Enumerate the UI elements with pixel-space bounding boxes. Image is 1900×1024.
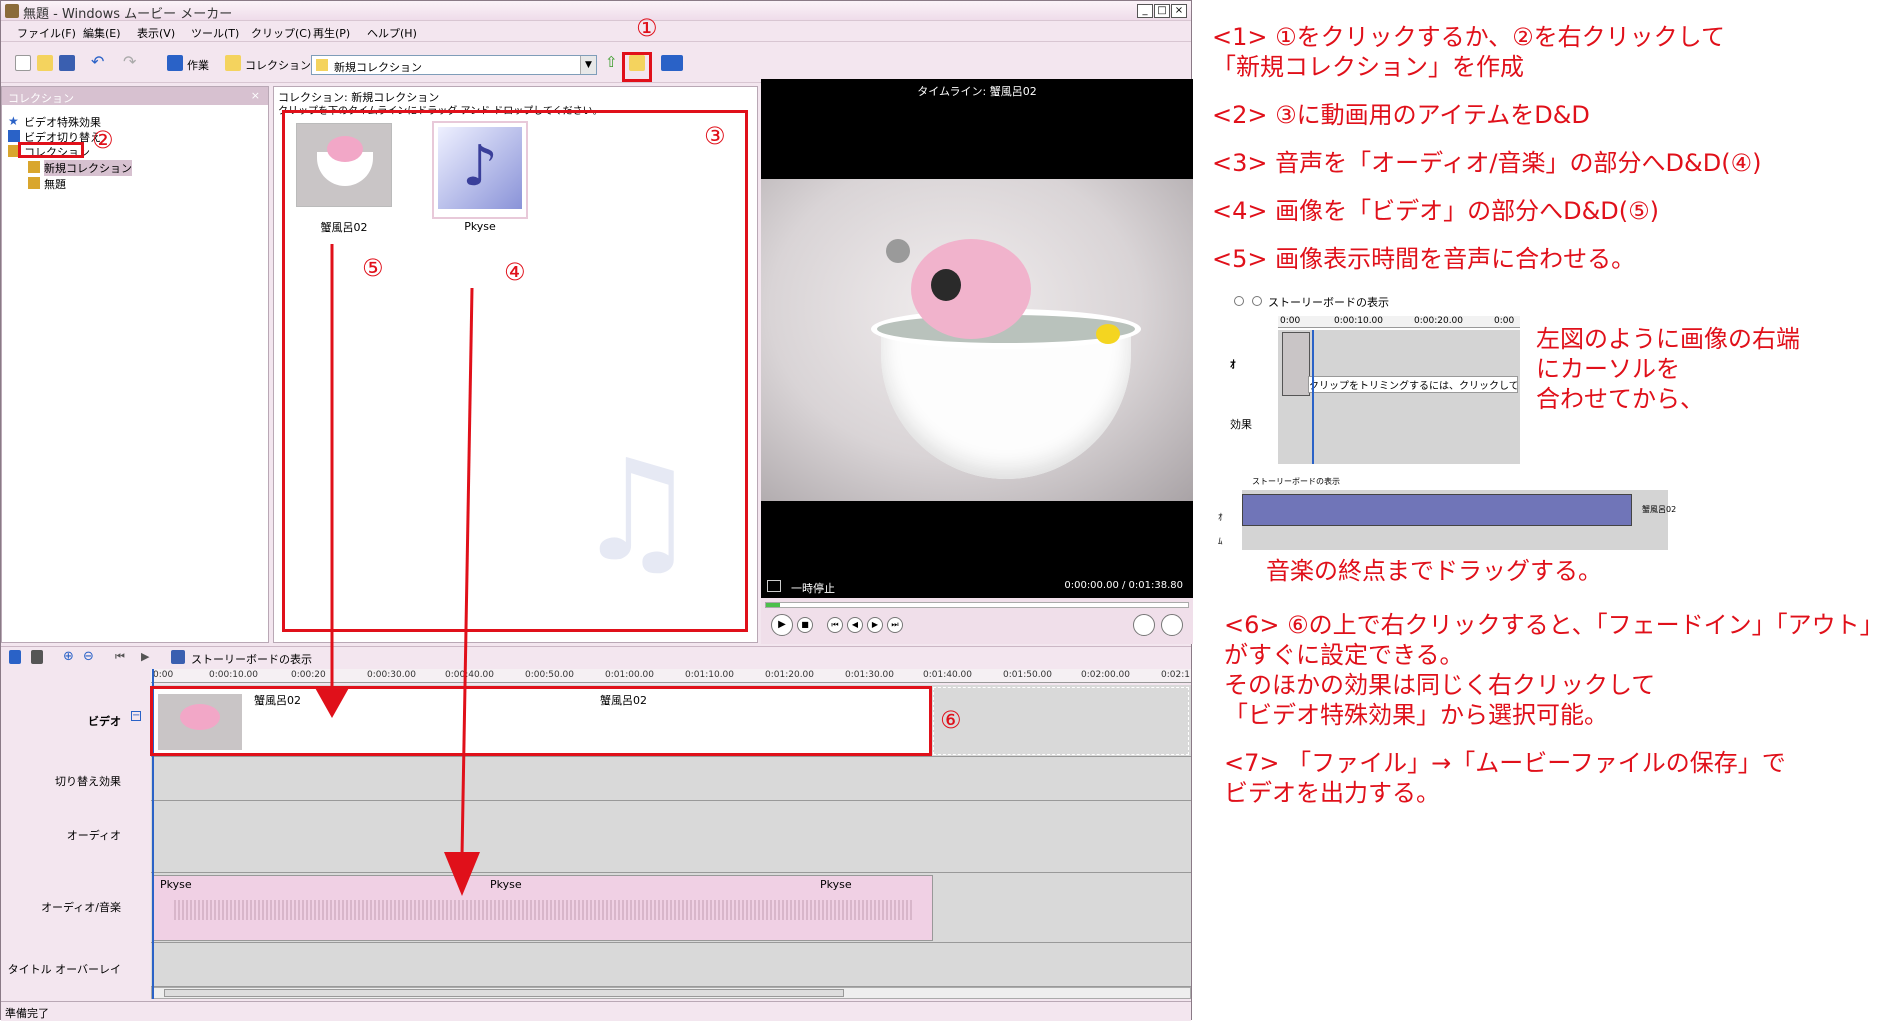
step-7-line-1: <7> 「ファイル」→「ムービーファイルの保存」で	[1224, 749, 1786, 777]
step-6-line-1: <6> ⑥の上で右クリックすると、「フェードイン」「アウト」	[1224, 611, 1884, 639]
side-note-line-3: 合わせてから、	[1536, 385, 1704, 413]
ruler-tick: 0:00	[1280, 316, 1301, 326]
arrow-audio-to-music	[460, 287, 474, 857]
mini-video-label: ｵ	[1230, 358, 1236, 371]
drag-note: 音楽の終点までドラッグする。	[1266, 557, 1602, 585]
mini-ruler: 0:00 0:00:10.00 0:00:20.00 0:00	[1278, 316, 1520, 328]
step-6-line-3: そのほかの効果は同じく右クリックして	[1224, 671, 1656, 699]
step-1-line-2: 「新規コレクション」を作成	[1212, 53, 1524, 81]
mini-row-label: ﾑ	[1218, 537, 1223, 547]
step-3: <3> 音声を「オーディオ/音楽」の部分へD&D(④)	[1212, 149, 1762, 177]
step-7-line-2: ビデオを出力する。	[1224, 779, 1440, 807]
mini-cursor	[1312, 330, 1314, 464]
mini-track-area: クリップをトリミングするには、クリックしてからドラ	[1278, 330, 1520, 464]
ruler-tick: 0:00:20.00	[1414, 316, 1464, 326]
step-2: <2> ③に動画用のアイテムをD&D	[1212, 101, 1590, 129]
ruler-tick: 0:00:10.00	[1334, 316, 1384, 326]
mini-end-label: 蟹風呂02	[1642, 505, 1677, 514]
mini-storyboard-label: ストーリーボードの表示	[1252, 477, 1340, 486]
example-screenshot-2: ストーリーボードの表示 ｵ ﾑ 蟹風呂02	[1212, 476, 1676, 550]
step-1-line-1: <1> ①をクリックするか、②を右クリックして	[1212, 23, 1725, 51]
mini-tooltip: クリップをトリミングするには、クリックしてからドラ	[1308, 376, 1518, 393]
example-screenshot-1: ストーリーボードの表示 0:00 0:00:10.00 0:00:20.00 0…	[1226, 292, 1520, 464]
mini-extended-clip	[1242, 494, 1632, 526]
step-6-line-4: 「ビデオ特殊効果」から選択可能。	[1224, 701, 1608, 729]
side-note-line-1: 左図のように画像の右端	[1536, 325, 1800, 353]
drag-arrows	[314, 244, 480, 896]
step-4: <4> 画像を「ビデオ」の部分へD&D(⑤)	[1212, 197, 1660, 225]
mini-storyboard-label: ストーリーボードの表示	[1268, 296, 1389, 309]
arrow-head	[314, 686, 350, 718]
mini-track-area: 蟹風呂02	[1242, 490, 1676, 550]
play-icon	[1252, 296, 1262, 306]
mini-video-label: ｵ	[1218, 513, 1223, 523]
step-5: <5> 画像表示時間を音声に合わせる。	[1212, 245, 1636, 273]
ruler-tick: 0:00	[1494, 316, 1515, 326]
side-note-line-2: にカーソルを	[1536, 355, 1680, 383]
arrow-head	[444, 852, 480, 896]
step-6-line-2: がすぐに設定できる。	[1224, 641, 1464, 669]
mini-clip	[1282, 332, 1310, 396]
rewind-icon	[1234, 296, 1244, 306]
mini-effect-label: 効果	[1230, 418, 1252, 431]
